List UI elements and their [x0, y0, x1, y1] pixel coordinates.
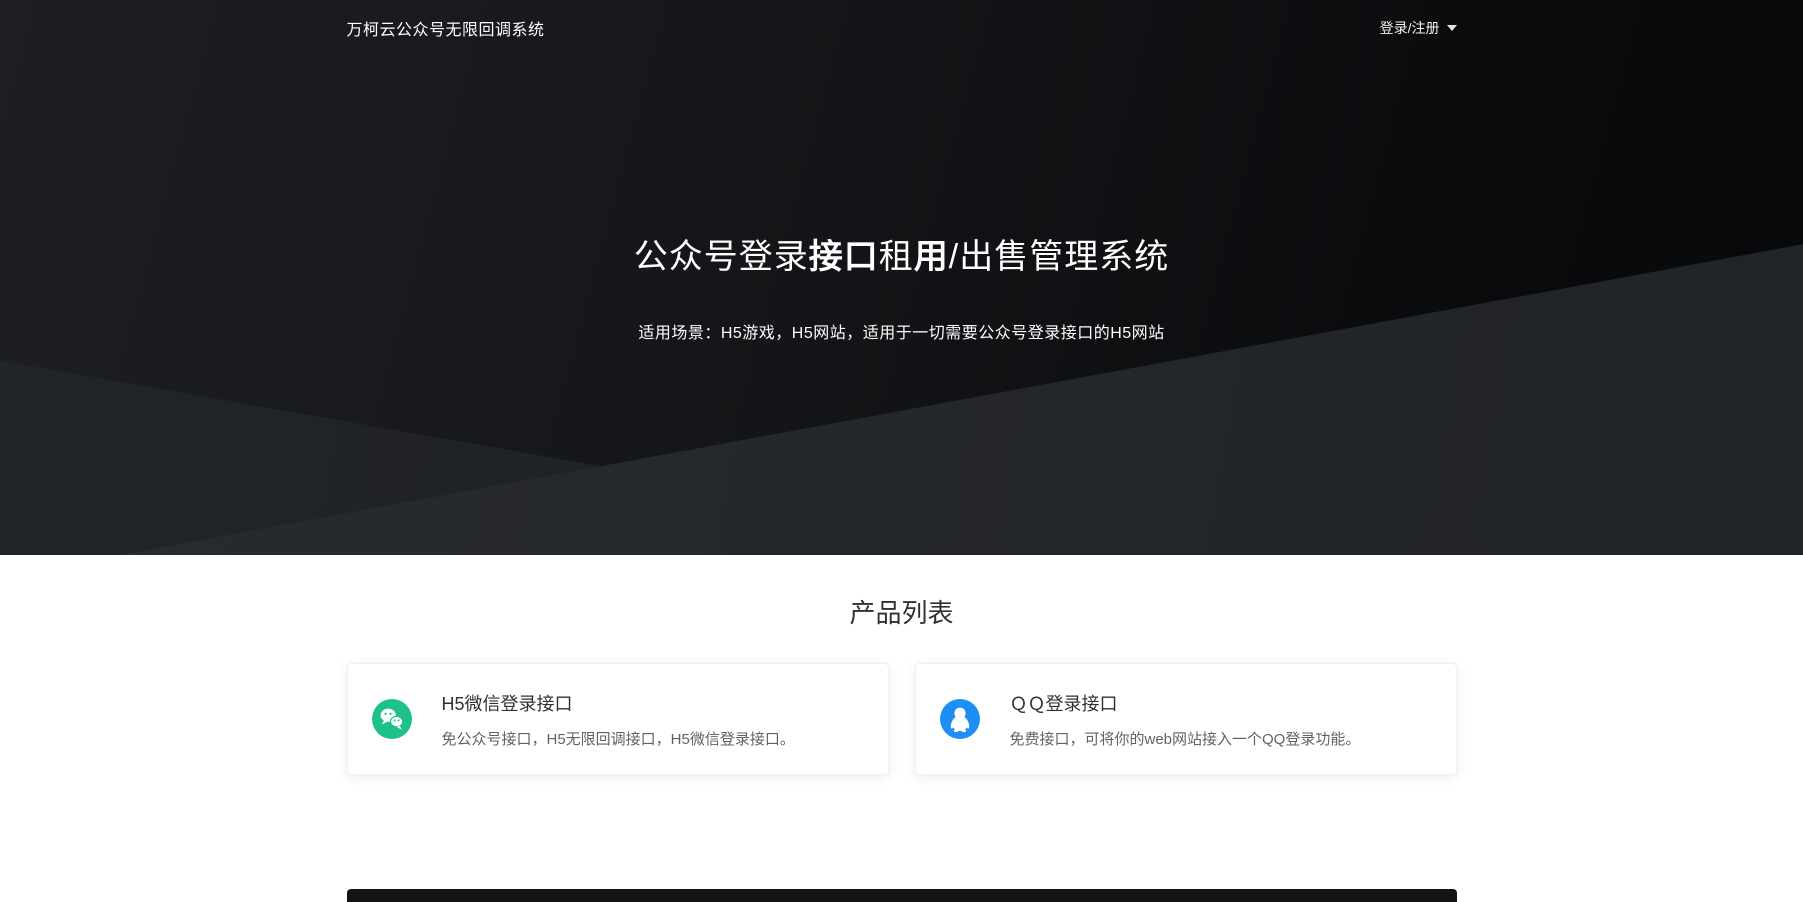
product-card-body: H5微信登录接口 免公众号接口，H5无限回调接口，H5微信登录接口。	[442, 690, 795, 749]
hero-subtitle: 适用场景：H5游戏，H5网站，适用于一切需要公众号登录接口的H5网站	[0, 319, 1803, 343]
product-cards: H5微信登录接口 免公众号接口，H5无限回调接口，H5微信登录接口。 ＱＱ登录接…	[347, 663, 1457, 775]
hero-title-part: 公众号登录	[634, 238, 809, 276]
product-card-qq[interactable]: ＱＱ登录接口 免费接口，可将你的web网站接入一个QQ登录功能。	[915, 663, 1457, 775]
product-card-wechat[interactable]: H5微信登录接口 免公众号接口，H5无限回调接口，H5微信登录接口。	[347, 663, 889, 775]
wechat-icon	[372, 699, 412, 739]
auth-dropdown[interactable]: 登录/注册	[1380, 18, 1457, 38]
hero-section: 万柯云公众号无限回调系统 登录/注册 公众号登录接口租用/出售管理系统 适用场景…	[0, 0, 1803, 555]
hero-title-part: 接口	[809, 238, 879, 276]
hero-title-part: 租	[879, 238, 914, 276]
hero-title-part: 用	[914, 238, 949, 276]
products-heading: 产品列表	[347, 595, 1457, 631]
product-description: 免公众号接口，H5无限回调接口，H5微信登录接口。	[442, 728, 795, 749]
hero-title-part: /出售管理系统	[949, 238, 1169, 276]
products-section: 产品列表 H5微信登录接口 免公众号接口，H5无限回调接口，H5微信登录接口。	[347, 595, 1457, 902]
auth-dropdown-label: 登录/注册	[1380, 18, 1440, 38]
product-title: H5微信登录接口	[442, 690, 795, 716]
hero-content: 公众号登录接口租用/出售管理系统 适用场景：H5游戏，H5网站，适用于一切需要公…	[0, 56, 1803, 343]
product-card-body: ＱＱ登录接口 免费接口，可将你的web网站接入一个QQ登录功能。	[1010, 690, 1361, 749]
product-description: 免费接口，可将你的web网站接入一个QQ登录功能。	[1010, 728, 1361, 749]
site-title[interactable]: 万柯云公众号无限回调系统	[347, 16, 545, 40]
product-title: ＱＱ登录接口	[1010, 690, 1361, 716]
top-navbar: 万柯云公众号无限回调系统 登录/注册	[347, 0, 1457, 56]
hero-title: 公众号登录接口租用/出售管理系统	[0, 238, 1803, 277]
qq-icon	[940, 699, 980, 739]
bottom-dark-panel	[347, 889, 1457, 902]
chevron-down-icon	[1447, 25, 1457, 31]
